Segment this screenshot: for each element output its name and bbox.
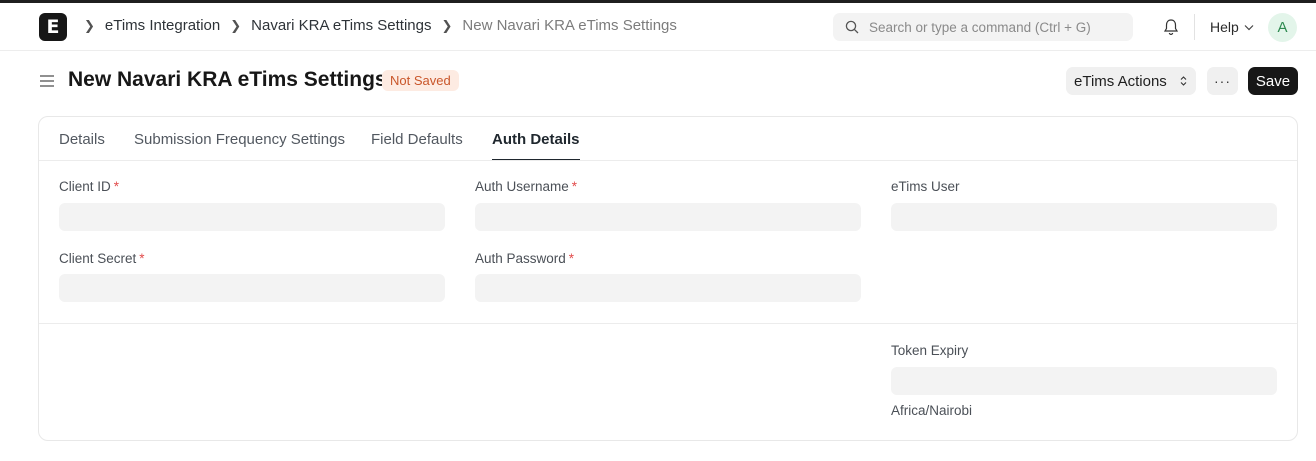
- navbar: E ❯ eTims Integration ❯ Navari KRA eTims…: [0, 3, 1316, 51]
- auth-username-label: Auth Username *: [475, 179, 577, 194]
- form-card: Details Submission Frequency Settings Fi…: [38, 116, 1298, 441]
- timezone-label: Africa/Nairobi: [891, 403, 973, 418]
- auth-password-label: Auth Password *: [475, 251, 574, 266]
- required-marker: *: [571, 179, 578, 194]
- tab-details[interactable]: Details: [59, 131, 105, 148]
- token-expiry-field[interactable]: [891, 367, 1277, 395]
- client-secret-label-text: Client Secret: [59, 251, 137, 266]
- auth-password-label-text: Auth Password: [475, 251, 566, 266]
- tab-bar: Details Submission Frequency Settings Fi…: [39, 117, 1297, 161]
- auth-password-field[interactable]: [475, 274, 861, 302]
- breadcrumb: ❯ eTims Integration ❯ Navari KRA eTims S…: [80, 17, 677, 34]
- breadcrumb-item-etims-integration[interactable]: eTims Integration: [105, 17, 220, 34]
- chevron-right-icon: ❯: [441, 17, 453, 33]
- menu-icon[interactable]: [39, 73, 55, 89]
- tab-auth-details[interactable]: Auth Details: [492, 131, 580, 160]
- client-id-label: Client ID *: [59, 179, 119, 194]
- search-icon: [845, 20, 859, 34]
- client-id-label-text: Client ID: [59, 179, 111, 194]
- more-actions-button[interactable]: ···: [1207, 67, 1238, 95]
- help-label: Help: [1210, 19, 1239, 35]
- required-marker: *: [568, 251, 575, 266]
- required-marker: *: [113, 179, 120, 194]
- status-badge: Not Saved: [382, 70, 459, 91]
- etims-actions-dropdown[interactable]: eTims Actions: [1066, 67, 1196, 95]
- auth-username-field[interactable]: [475, 203, 861, 231]
- client-id-field[interactable]: [59, 203, 445, 231]
- chevron-right-icon: ❯: [84, 17, 95, 33]
- help-dropdown[interactable]: Help: [1210, 19, 1254, 35]
- tab-submission-frequency-settings[interactable]: Submission Frequency Settings: [134, 131, 345, 148]
- chevron-down-icon: [1244, 24, 1254, 30]
- etims-user-field[interactable]: [891, 203, 1277, 231]
- etims-user-label: eTims User: [891, 179, 960, 194]
- sort-arrows-icon: [1180, 76, 1187, 86]
- navbar-divider: [1194, 14, 1195, 40]
- etims-actions-label: eTims Actions: [1074, 72, 1167, 90]
- required-marker: *: [139, 251, 145, 266]
- token-expiry-label: Token Expiry: [891, 343, 969, 358]
- search-bar[interactable]: [833, 13, 1133, 41]
- bell-icon[interactable]: [1162, 18, 1180, 36]
- breadcrumb-item-current: New Navari KRA eTims Settings: [462, 17, 677, 34]
- tab-field-defaults[interactable]: Field Defaults: [371, 131, 463, 148]
- save-button[interactable]: Save: [1248, 67, 1298, 95]
- avatar[interactable]: A: [1268, 13, 1297, 42]
- section-divider: [39, 323, 1297, 324]
- client-secret-field[interactable]: [59, 274, 445, 302]
- search-input[interactable]: [869, 19, 1129, 35]
- client-secret-label: Client Secret *: [59, 251, 145, 266]
- auth-username-label-text: Auth Username: [475, 179, 569, 194]
- breadcrumb-item-settings[interactable]: Navari KRA eTims Settings: [251, 17, 431, 34]
- page-title: New Navari KRA eTims Settings: [68, 68, 387, 91]
- chevron-right-icon: ❯: [230, 17, 242, 33]
- app-logo[interactable]: E: [39, 13, 67, 41]
